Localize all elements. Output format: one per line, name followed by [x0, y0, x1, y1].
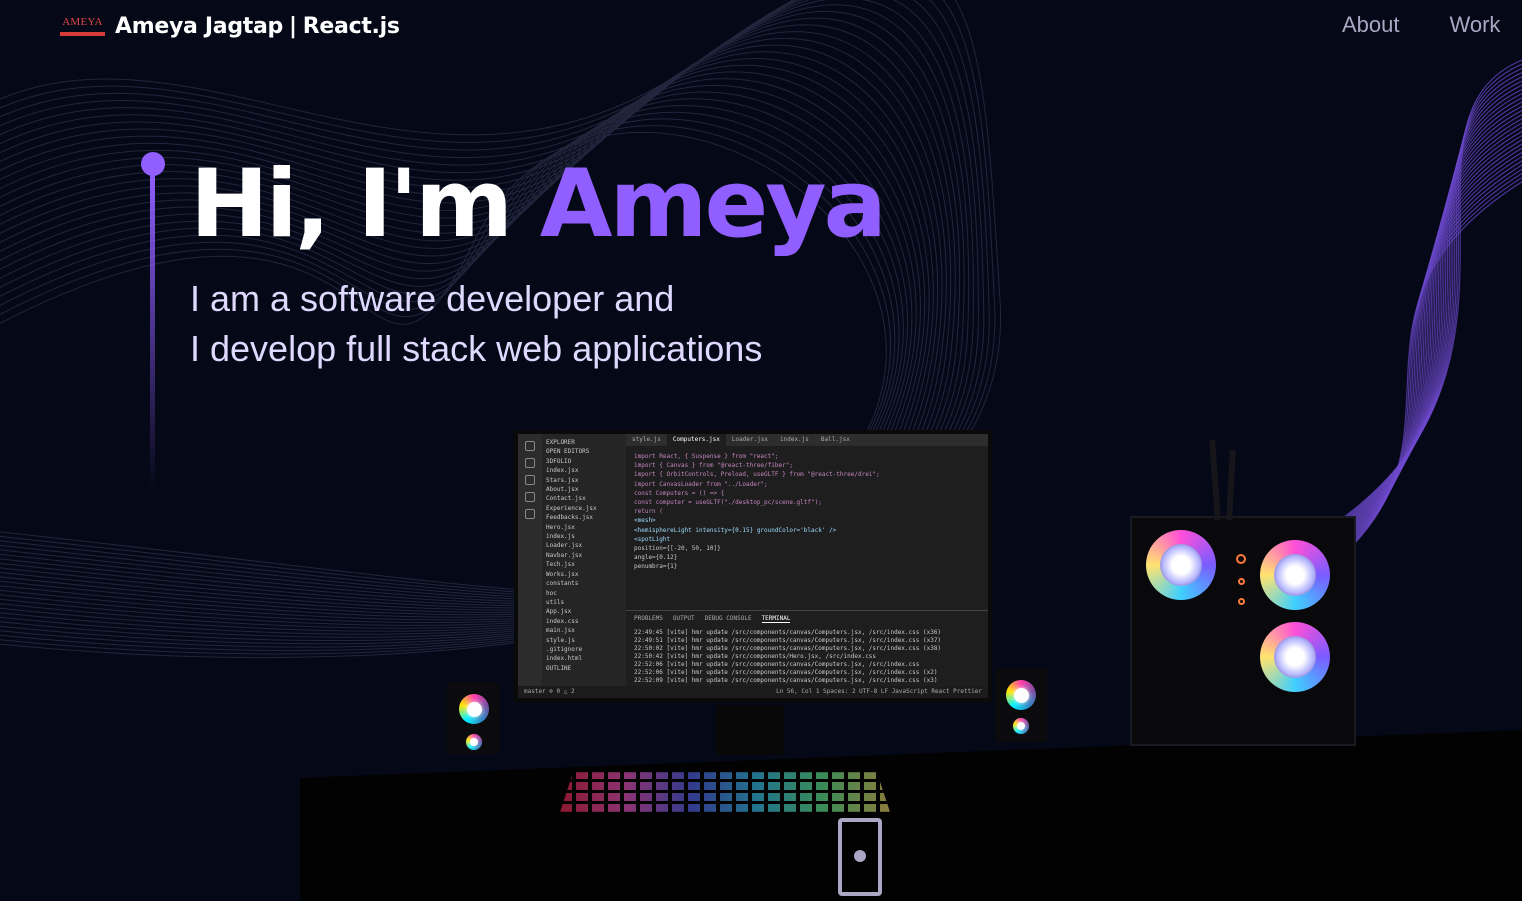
- nav-link-work[interactable]: Work: [1450, 12, 1501, 38]
- hero-subtitle-line-2: I develop full stack web applications: [190, 328, 763, 369]
- wave-line-accent: [1183, 122, 1522, 790]
- hero-accent-line: [150, 172, 155, 490]
- hero-title: Hi, I'm Ameya: [190, 140, 887, 270]
- wave-line-accent: [1177, 135, 1522, 783]
- wave-line-accent: [1192, 105, 1522, 798]
- brand-name: Ameya Jagtap: [115, 13, 284, 39]
- nav-links: About Work: [1342, 12, 1500, 38]
- wave-line-accent: [1206, 76, 1522, 813]
- wave-line-accent: [1173, 143, 1522, 779]
- wave-line-accent: [1164, 160, 1522, 771]
- wave-line-accent: [1190, 109, 1522, 796]
- wave-line-accent: [1198, 93, 1522, 804]
- wave-line-accent: [1211, 67, 1522, 817]
- wave-line-accent: [1181, 126, 1522, 787]
- brand-tech: React.js: [302, 13, 400, 39]
- nav-link-about[interactable]: About: [1342, 12, 1400, 38]
- scroll-down-indicator[interactable]: [838, 818, 882, 896]
- wavy-lines-background: [0, 0, 1522, 821]
- hero-name: Ameya: [539, 150, 887, 259]
- hero-subtitle-line-1: I am a software developer and: [190, 278, 675, 319]
- logo-text: AMEYA: [62, 16, 103, 28]
- wave-line-accent: [1213, 63, 1522, 819]
- scroll-dot: [854, 850, 866, 862]
- wave-line-accent: [1166, 156, 1522, 773]
- wave-line-accent: [1196, 97, 1522, 802]
- logo[interactable]: AMEYA: [60, 16, 105, 36]
- wave-line-accent: [1170, 147, 1522, 777]
- brand-title[interactable]: Ameya Jagtap | React.js: [115, 14, 400, 39]
- wave-line-accent: [1158, 172, 1522, 764]
- wave-line-accent: [1175, 139, 1522, 781]
- hero-subtitle: I am a software developer and I develop …: [190, 274, 762, 374]
- wave-line-accent: [1168, 151, 1522, 775]
- wave-line-accent: [1160, 168, 1522, 766]
- navbar: AMEYA Ameya Jagtap | React.js About Work: [0, 0, 1522, 52]
- brand-separator: |: [289, 13, 297, 39]
- wave-line-accent: [1204, 80, 1522, 811]
- hero-greeting: Hi, I'm: [190, 150, 540, 259]
- wave-line-accent: [1179, 130, 1522, 785]
